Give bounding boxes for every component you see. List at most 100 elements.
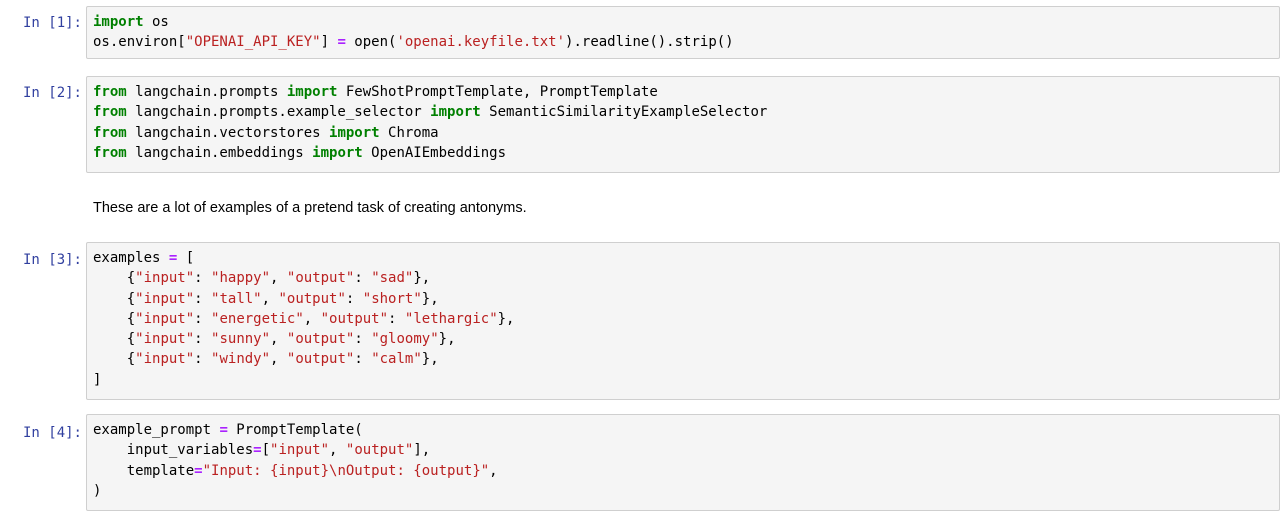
code-string: "energetic" [211, 310, 304, 327]
code-input-area[interactable]: examples = [ {"input": "happy", "output"… [86, 242, 1280, 400]
code-text: , [303, 310, 321, 327]
code-string: "input" [135, 310, 195, 327]
code-string: "gloomy" [371, 331, 439, 348]
code-keyword: import [312, 144, 363, 161]
code-string: 'openai.keyfile.txt' [396, 34, 566, 51]
code-line: ) [93, 481, 1273, 501]
code-operator: = [219, 422, 228, 438]
code-text: examples [93, 250, 169, 266]
code-text: os [143, 14, 169, 30]
code-string: "sunny" [211, 331, 271, 348]
code-line: {"input": "energetic", "output": "lethar… [93, 309, 1273, 329]
code-text: Chroma [379, 124, 439, 141]
code-text: langchain.prompts [126, 84, 287, 100]
code-keyword: from [93, 144, 127, 161]
code-operator: = [194, 462, 203, 479]
code-text: { [93, 290, 136, 307]
code-text: SemanticSimilarityExampleSelector [480, 104, 768, 121]
code-line: os.environ["OPENAI_API_KEY"] = open('ope… [93, 32, 1273, 52]
code-text: langchain.prompts.example_selector [126, 104, 431, 121]
code-text: }, [421, 290, 439, 307]
code-editor[interactable]: examples = [ {"input": "happy", "output"… [93, 248, 1273, 390]
code-text: : [388, 310, 405, 327]
code-operator: = [253, 442, 262, 459]
code-text: open( [345, 34, 397, 51]
cell-prompt: In [2]: [22, 85, 82, 101]
code-line: {"input": "happy", "output": "sad"}, [93, 268, 1273, 288]
code-text: FewShotPromptTemplate, PromptTemplate [337, 84, 658, 100]
code-text: : [354, 270, 372, 287]
code-text: example_prompt [93, 422, 220, 438]
code-string: "output" [286, 331, 355, 348]
code-keyword: from [93, 84, 127, 100]
code-string: "input" [135, 270, 195, 287]
code-text: input_variables [93, 442, 254, 459]
code-text: : [194, 331, 212, 348]
code-keyword: from [93, 124, 127, 141]
code-text: , [489, 462, 498, 479]
code-editor[interactable]: example_prompt = PromptTemplate( input_v… [93, 420, 1273, 501]
code-string: "output" [286, 351, 355, 368]
code-text: }, [421, 351, 439, 368]
code-line: input_variables=["input", "output"], [93, 440, 1273, 460]
code-string: "lethargic" [404, 310, 498, 327]
code-string: "Input: {input}\nOutput: {output}" [202, 462, 490, 479]
code-text: , [270, 331, 287, 348]
code-line: import os [93, 12, 1273, 32]
code-text: }, [497, 310, 515, 327]
code-line: from langchain.embeddings import OpenAIE… [93, 143, 1273, 163]
code-string: "output" [286, 270, 355, 287]
code-line: examples = [ [93, 248, 1273, 268]
code-editor[interactable]: from langchain.prompts import FewShotPro… [93, 82, 1273, 163]
cell-prompt: In [1]: [22, 15, 82, 31]
code-keyword: import [329, 124, 380, 141]
code-string: "output" [320, 310, 389, 327]
code-text: , [261, 290, 279, 307]
code-string: "OPENAI_API_KEY" [185, 34, 321, 51]
code-input-area[interactable]: from langchain.prompts import FewShotPro… [86, 76, 1280, 173]
code-text: PromptTemplate( [227, 422, 363, 438]
code-text: , [270, 270, 287, 287]
code-text: [ [177, 250, 195, 266]
code-text: OpenAIEmbeddings [362, 144, 507, 161]
code-string: "output" [345, 442, 414, 459]
code-string: "happy" [211, 270, 271, 287]
code-text: : [194, 351, 212, 368]
code-line: {"input": "tall", "output": "short"}, [93, 289, 1273, 309]
code-line: from langchain.prompts.example_selector … [93, 102, 1273, 122]
code-text: [ [261, 442, 271, 459]
code-keyword: import [93, 14, 144, 30]
code-input-area[interactable]: example_prompt = PromptTemplate( input_v… [86, 414, 1280, 511]
code-editor[interactable]: import os os.environ["OPENAI_API_KEY"] = … [93, 12, 1273, 53]
code-text: { [93, 310, 136, 327]
code-string: "sad" [371, 270, 414, 287]
code-string: "input" [135, 351, 195, 368]
code-text: , [270, 351, 287, 368]
code-text: ] [93, 371, 102, 388]
code-string: "input" [270, 442, 330, 459]
code-text: : [194, 310, 212, 327]
code-operator: = [337, 34, 346, 51]
code-text: template [93, 462, 195, 479]
code-text: { [93, 331, 136, 348]
code-text: , [329, 442, 346, 459]
code-text: }, [438, 331, 456, 348]
code-string: "output" [278, 290, 346, 307]
code-text: ).readline().strip() [565, 34, 734, 51]
code-text: { [93, 270, 136, 287]
code-string: "short" [362, 290, 422, 307]
code-text: langchain.embeddings [126, 144, 313, 161]
code-line: ] [93, 370, 1273, 390]
code-keyword: import [286, 84, 338, 100]
code-text: ], [413, 442, 431, 459]
code-text: : [194, 290, 212, 307]
code-text: os.environ[ [93, 34, 186, 51]
code-text: { [93, 351, 136, 368]
cell-prompt: In [3]: [22, 252, 82, 268]
markdown-text: These are a lot of examples of a pretend… [93, 200, 527, 216]
code-input-area[interactable]: import os os.environ["OPENAI_API_KEY"] = … [86, 6, 1280, 59]
code-string: "input" [135, 290, 195, 307]
code-line: {"input": "sunny", "output": "gloomy"}, [93, 329, 1273, 349]
cell-prompt: In [4]: [22, 425, 82, 441]
code-text: : [194, 270, 212, 287]
